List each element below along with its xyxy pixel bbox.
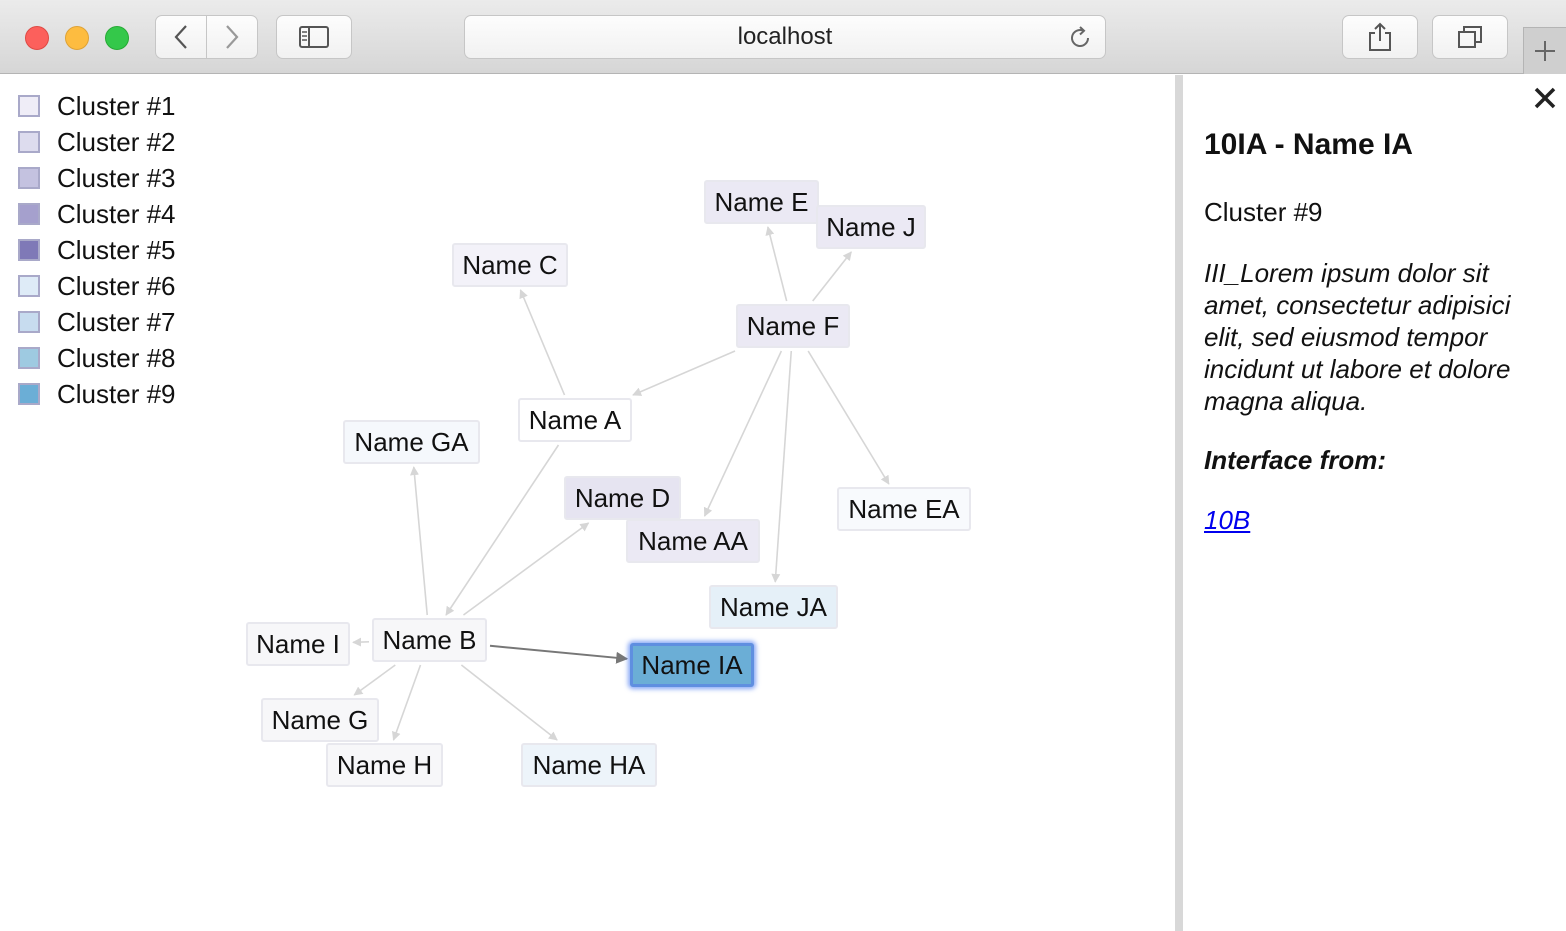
graph-node-d[interactable]: Name D (564, 476, 681, 520)
graph-edge-f-j (812, 251, 852, 302)
legend-label: Cluster #1 (57, 90, 176, 121)
legend-swatch (18, 383, 40, 405)
graph-edge-b-ha (460, 664, 558, 741)
legend-item: Cluster #8 (18, 340, 176, 376)
interface-link[interactable]: 10B (1204, 505, 1250, 536)
share-button[interactable] (1342, 15, 1418, 59)
show-tabs-button[interactable] (1432, 15, 1508, 59)
graph-node-c[interactable]: Name C (452, 243, 568, 287)
legend-label: Cluster #4 (57, 198, 176, 229)
chevron-left-icon (174, 25, 187, 49)
graph-edge-f-e (765, 226, 788, 302)
legend-swatch (18, 167, 40, 189)
legend-label: Cluster #5 (57, 234, 176, 265)
graph-edge-b-ia (489, 644, 629, 664)
graph-node-e[interactable]: Name E (704, 180, 819, 224)
legend-item: Cluster #6 (18, 268, 176, 304)
graph-node-h[interactable]: Name H (326, 743, 443, 787)
legend-label: Cluster #2 (57, 126, 176, 157)
graph-edge-b-d (463, 522, 590, 616)
graph-edge-f-aa (703, 350, 783, 517)
back-button[interactable] (155, 15, 207, 59)
reload-icon[interactable] (1067, 25, 1093, 51)
legend-label: Cluster #6 (57, 270, 176, 301)
graph-node-a[interactable]: Name A (518, 398, 632, 442)
graph-node-b[interactable]: Name B (372, 618, 487, 662)
panel-resize-handle[interactable] (1175, 75, 1183, 931)
graph-edge-b-h (392, 664, 422, 741)
legend-item: Cluster #5 (18, 232, 176, 268)
graph-edge-f-a (632, 350, 736, 396)
cluster-legend: Cluster #1 Cluster #2 Cluster #3 Cluster #4… (18, 88, 176, 412)
graph-edge-f-ea (807, 350, 890, 485)
graph-node-f[interactable]: Name F (736, 304, 850, 348)
graph-node-ha[interactable]: Name HA (521, 743, 657, 787)
detail-panel: 10IA - Name IA Cluster #9 III_Lorem ipsu… (1183, 75, 1566, 931)
close-window-button[interactable] (25, 26, 49, 50)
legend-label: Cluster #7 (57, 306, 176, 337)
legend-item: Cluster #9 (18, 376, 176, 412)
legend-item: Cluster #7 (18, 304, 176, 340)
legend-swatch (18, 95, 40, 117)
graph-edge-a-c (519, 289, 566, 396)
legend-label: Cluster #3 (57, 162, 176, 193)
legend-swatch (18, 347, 40, 369)
graph-node-ga[interactable]: Name GA (343, 420, 480, 464)
new-tab-button[interactable] (1523, 27, 1566, 74)
graph-node-ea[interactable]: Name EA (837, 487, 971, 531)
address-bar-url: localhost (737, 23, 833, 50)
legend-item: Cluster #1 (18, 88, 176, 124)
graph-node-ia[interactable]: Name IA (630, 643, 754, 687)
minimize-window-button[interactable] (65, 26, 89, 50)
legend-swatch (18, 203, 40, 225)
address-bar[interactable]: localhost (464, 15, 1106, 59)
legend-swatch (18, 275, 40, 297)
legend-swatch (18, 131, 40, 153)
graph-edge-b-g (353, 664, 396, 696)
sidebar-icon (299, 26, 329, 48)
graph-node-g[interactable]: Name G (261, 698, 379, 742)
graph-edge-a-b (445, 444, 560, 616)
browser-toolbar: localhost (0, 0, 1566, 74)
legend-item: Cluster #3 (18, 160, 176, 196)
interface-label: Interface from: (1204, 445, 1387, 475)
legend-label: Cluster #8 (57, 342, 176, 373)
graph-node-i[interactable]: Name I (246, 622, 350, 666)
panel-cluster: Cluster #9 (1204, 197, 1323, 227)
cluster-graph[interactable]: Name E Name J Name C Name F Name A Name GA Nam… (0, 75, 1175, 931)
graph-edge-b-ga (410, 466, 429, 616)
close-icon[interactable] (1532, 85, 1558, 111)
legend-label: Cluster #9 (57, 378, 176, 409)
forward-button[interactable] (206, 15, 258, 59)
zoom-window-button[interactable] (105, 26, 129, 50)
share-icon (1369, 22, 1391, 51)
plus-icon (1535, 41, 1555, 61)
legend-swatch (18, 311, 40, 333)
graph-edge-f-ja (771, 350, 793, 583)
panel-description: III_Lorem ipsum dolor sit amet, consecte… (1204, 258, 1511, 416)
graph-node-ja[interactable]: Name JA (709, 585, 838, 629)
sidebar-toggle-button[interactable] (276, 15, 352, 59)
graph-node-j[interactable]: Name J (816, 205, 926, 249)
tabs-icon (1458, 26, 1482, 48)
panel-title: 10IA - Name IA (1204, 128, 1413, 161)
legend-item: Cluster #2 (18, 124, 176, 160)
chevron-right-icon (226, 25, 239, 49)
graph-node-aa[interactable]: Name AA (626, 519, 760, 563)
legend-item: Cluster #4 (18, 196, 176, 232)
legend-swatch (18, 239, 40, 261)
